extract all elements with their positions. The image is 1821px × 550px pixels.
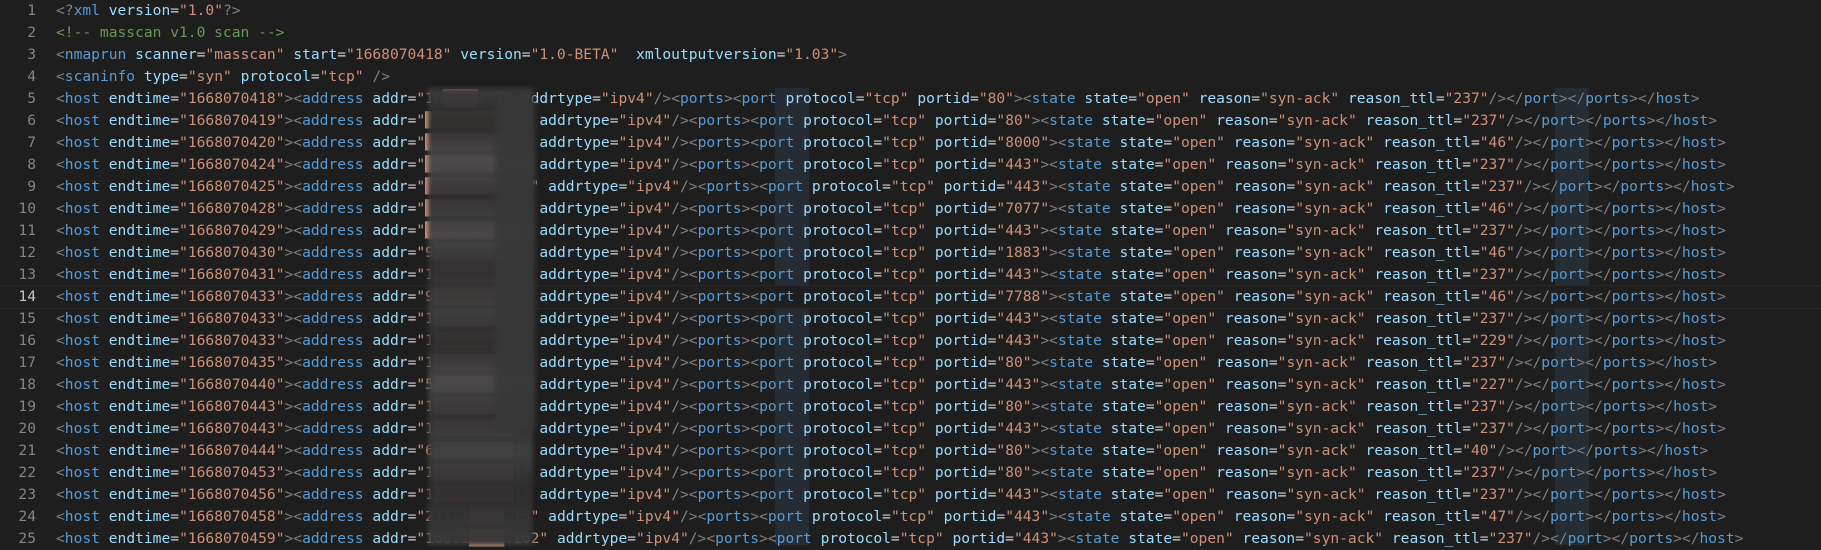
line-number: 22	[18, 464, 36, 481]
line-number: 1	[27, 2, 36, 19]
code-line[interactable]: 19 <host endtime="1668070443"><address ad…	[0, 396, 1821, 418]
code-editor[interactable]: 1 <?xml version="1.0"?> 2 <!-- masscan v1.0…	[0, 0, 1821, 547]
code-line[interactable]: 17 <host endtime="1668070435"><address ad…	[0, 352, 1821, 374]
line-text: <host endtime="1668070435"><address addr…	[56, 354, 1718, 371]
code-line[interactable]: 2 <!-- masscan v1.0 scan -->	[0, 22, 1821, 44]
line-text: <host endtime="1668070419"><address addr…	[56, 112, 1718, 129]
line-text: <host endtime="1668070425"><address addr…	[56, 178, 1735, 195]
line-number: 6	[27, 112, 36, 129]
line-text: <host endtime="1668070453"><address addr…	[56, 464, 1718, 481]
code-line[interactable]: 9 <host endtime="1668070425"><address add…	[0, 176, 1821, 198]
line-number: 7	[27, 134, 36, 151]
code-line[interactable]: 15 <host endtime="1668070433"><address ad…	[0, 308, 1821, 330]
code-line[interactable]: 25 <host endtime="1668070459"><address ad…	[0, 528, 1821, 550]
line-number: 17	[18, 354, 36, 371]
line-number: 11	[18, 222, 36, 239]
line-number: 19	[18, 398, 36, 415]
line-text: <host endtime="1668070433"><address addr…	[56, 332, 1726, 349]
line-number: 23	[18, 486, 36, 503]
line-number: 9	[27, 178, 36, 195]
code-line[interactable]: 16 <host endtime="1668070433"><address ad…	[0, 330, 1821, 352]
line-text: <host endtime="1668070429"><address addr…	[56, 222, 1726, 239]
line-number: 15	[18, 310, 36, 327]
line-number: 18	[18, 376, 36, 393]
line-text: <host endtime="1668070456"><address addr…	[56, 486, 1726, 503]
line-number: 20	[18, 420, 36, 437]
code-line[interactable]: 14 <host endtime="1668070433"><address ad…	[0, 285, 1821, 309]
line-number: 4	[27, 68, 36, 85]
code-line[interactable]: 13 <host endtime="1668070431"><address ad…	[0, 264, 1821, 286]
code-line[interactable]: 8 <host endtime="1668070424"><address add…	[0, 154, 1821, 176]
line-number: 3	[27, 46, 36, 63]
line-number: 8	[27, 156, 36, 173]
line-number: 21	[18, 442, 36, 459]
line-text: <host endtime="1668070420"><address addr…	[56, 134, 1726, 151]
code-line[interactable]: 3 <nmaprun scanner="masscan" start="16680…	[0, 44, 1821, 66]
line-text: <host endtime="1668070459"><address addr…	[56, 530, 1744, 547]
line-text: <host endtime="1668070433"><address addr…	[56, 288, 1726, 305]
line-number: 16	[18, 332, 36, 349]
code-line[interactable]: 10 <host endtime="1668070428"><address ad…	[0, 198, 1821, 220]
line-number: 24	[18, 508, 36, 525]
line-text: <host endtime="1668070431"><address addr…	[56, 266, 1726, 283]
code-line[interactable]: 4 <scaninfo type="syn" protocol="tcp" />	[0, 66, 1821, 88]
line-text: <host endtime="1668070444"><address addr…	[56, 442, 1709, 459]
code-line[interactable]: 11 <host endtime="1668070429"><address ad…	[0, 220, 1821, 242]
code-line[interactable]: 24 <host endtime="1668070458"><address ad…	[0, 506, 1821, 528]
line-text: <host endtime="1668070443"><address addr…	[56, 420, 1726, 437]
code-line[interactable]: 23 <host endtime="1668070456"><address ad…	[0, 484, 1821, 506]
line-number: 25	[18, 530, 36, 547]
line-number: 12	[18, 244, 36, 261]
line-number: 2	[27, 24, 36, 41]
code-line[interactable]: 20 <host endtime="1668070443"><address ad…	[0, 418, 1821, 440]
line-text: <!-- masscan v1.0 scan -->	[56, 24, 285, 41]
line-text: <host endtime="1668070433"><address addr…	[56, 310, 1726, 327]
line-number: 13	[18, 266, 36, 283]
line-number: 10	[18, 200, 36, 217]
line-text: <?xml version="1.0"?>	[56, 2, 241, 19]
code-line[interactable]: 6 <host endtime="1668070419"><address add…	[0, 110, 1821, 132]
line-text: <host endtime="1668070430"><address addr…	[56, 244, 1726, 261]
redaction-mask	[495, 100, 535, 430]
code-line[interactable]: 1 <?xml version="1.0"?>	[0, 0, 1821, 22]
line-number: 14	[18, 288, 36, 305]
line-text: <host endtime="1668070424"><address addr…	[56, 156, 1726, 173]
code-line[interactable]: 18 <host endtime="1668070440"><address ad…	[0, 374, 1821, 396]
line-text: <nmaprun scanner="masscan" start="166807…	[56, 46, 847, 63]
code-line[interactable]: 12 <host endtime="1668070430"><address ad…	[0, 242, 1821, 264]
line-text: <host endtime="1668070418"><address addr…	[56, 90, 1700, 107]
code-line[interactable]: 5 <host endtime="1668070418"><address add…	[0, 88, 1821, 110]
code-line[interactable]: 22 <host endtime="1668070453"><address ad…	[0, 462, 1821, 484]
line-text: <host endtime="1668070428"><address addr…	[56, 200, 1726, 217]
line-text: <host endtime="1668070458"><address addr…	[56, 508, 1726, 525]
line-number: 5	[27, 90, 36, 107]
line-text: <host endtime="1668070443"><address addr…	[56, 398, 1718, 415]
code-line[interactable]: 21 <host endtime="1668070444"><address ad…	[0, 440, 1821, 462]
line-text: <scaninfo type="syn" protocol="tcp" />	[56, 68, 390, 85]
code-line[interactable]: 7 <host endtime="1668070420"><address add…	[0, 132, 1821, 154]
line-text: <host endtime="1668070440"><address addr…	[56, 376, 1726, 393]
